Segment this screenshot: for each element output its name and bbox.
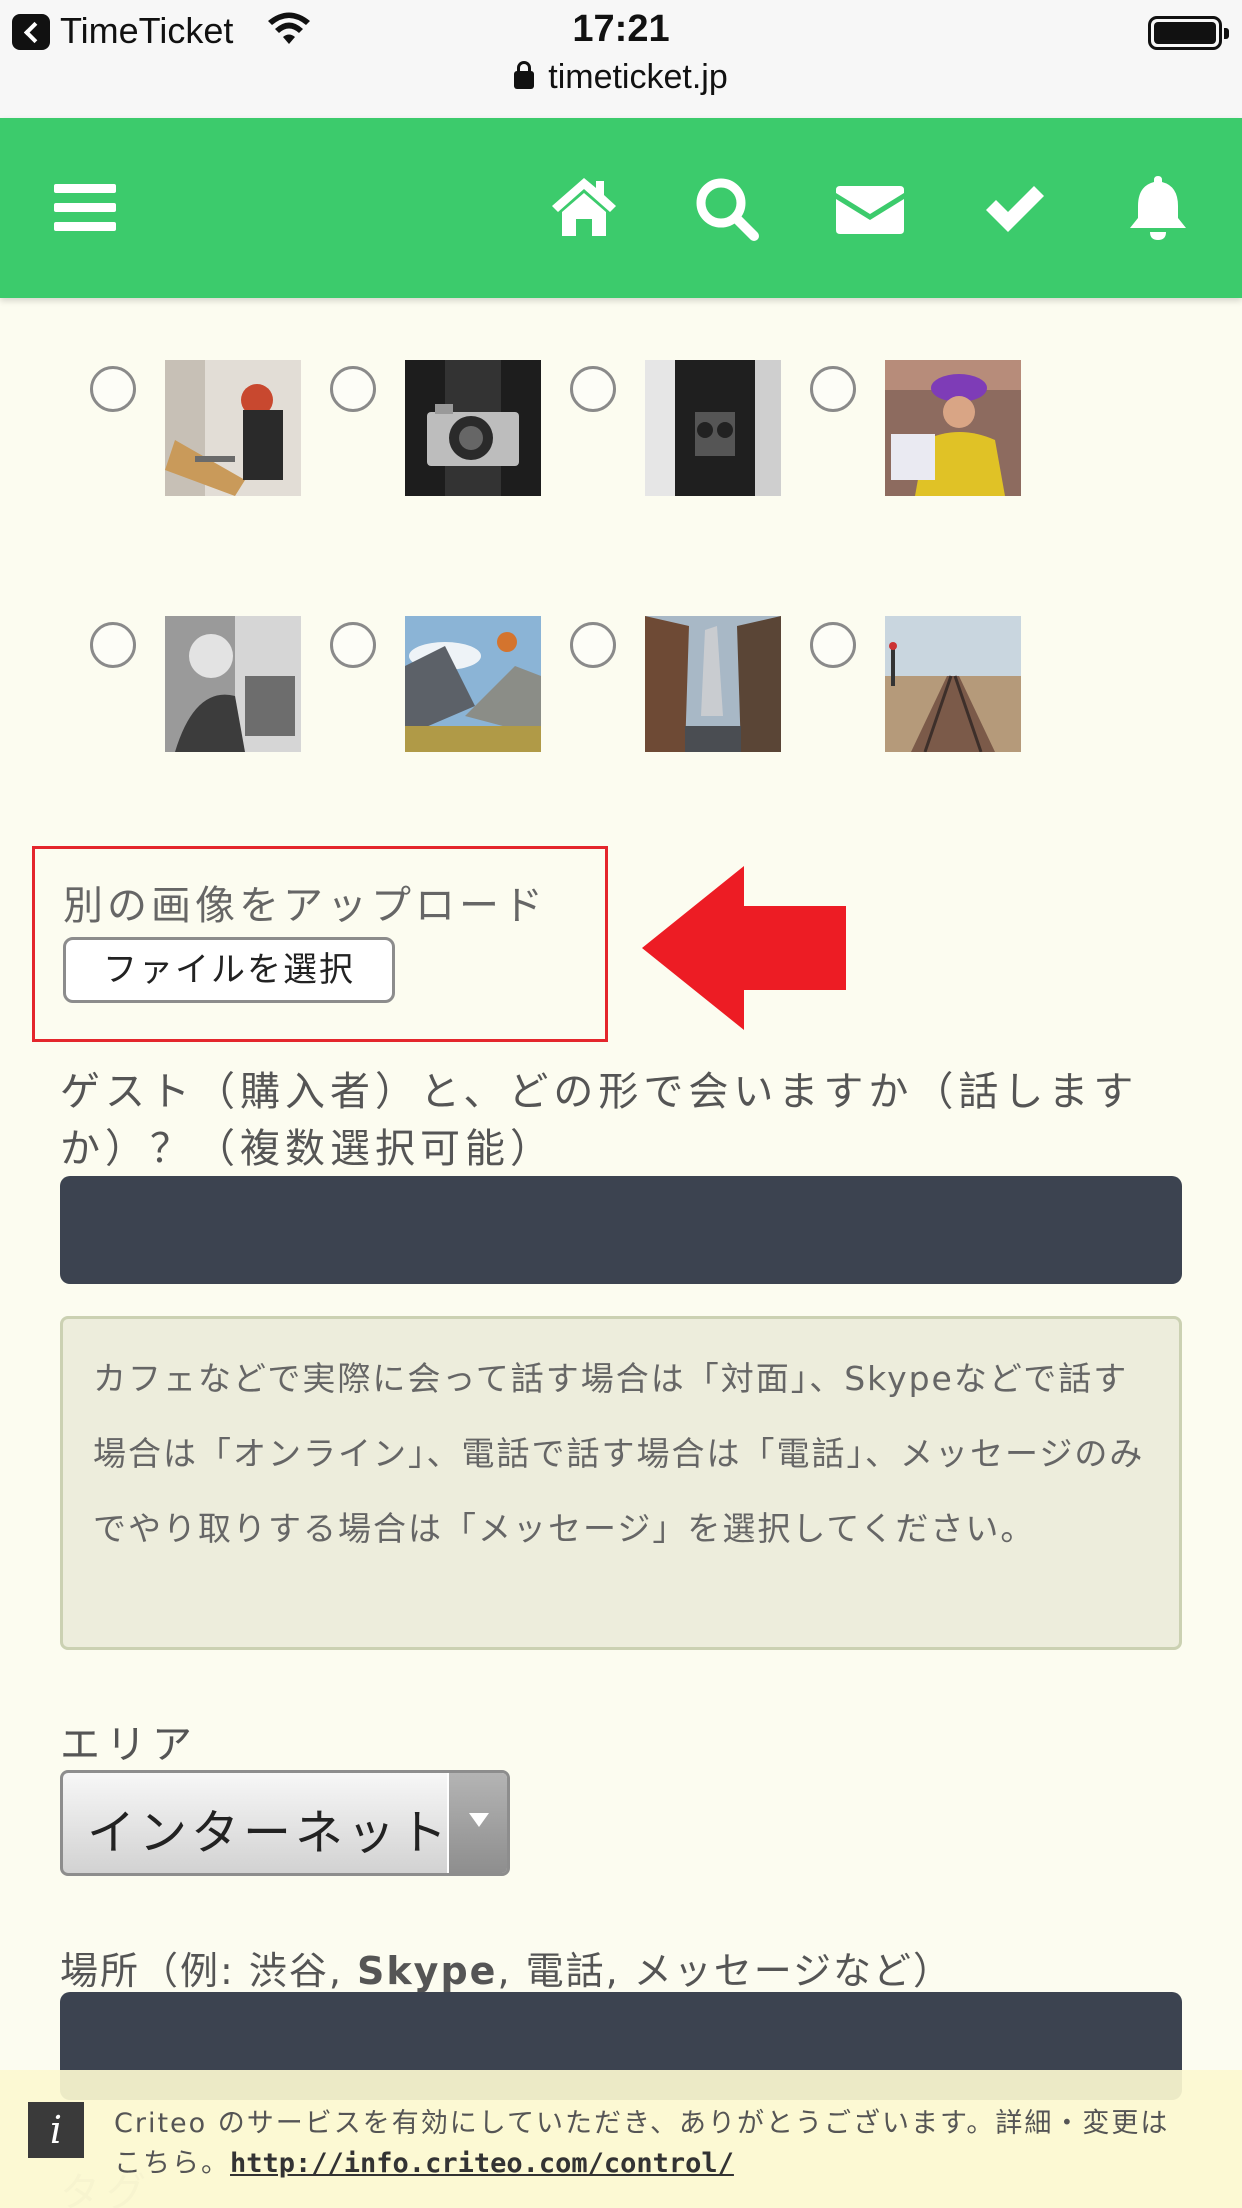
upload-section: 別の画像をアップロード ファイルを選択 <box>32 846 608 1042</box>
area-select[interactable]: インターネット <box>60 1770 510 1876</box>
mail-icon[interactable] <box>834 172 906 244</box>
red-arrow-icon <box>642 866 846 1030</box>
image-radio-2[interactable] <box>330 366 376 412</box>
status-bar: TimeTicket 17:21 timeticket.jp <box>0 0 1242 118</box>
image-thumbnail-4[interactable] <box>885 360 1021 496</box>
criteo-text: Criteo のサービスを有効にしていただき、ありがとうございます。詳細・変更は… <box>114 2104 1174 2184</box>
area-label: エリア <box>60 1722 198 1768</box>
meeting-format-field[interactable] <box>60 1176 1182 1284</box>
image-thumbnail-8[interactable] <box>885 616 1021 752</box>
place-label-skype: Skype <box>357 1949 498 1993</box>
image-radio-3[interactable] <box>570 366 616 412</box>
check-icon[interactable] <box>978 172 1050 244</box>
lock-icon <box>514 61 535 89</box>
image-thumbnail-2[interactable] <box>405 360 541 496</box>
meeting-format-note: カフェなどで実際に会って話す場合は「対面」、Skypeなどで話す場合は「オンライ… <box>60 1316 1182 1650</box>
info-icon[interactable]: i <box>28 2102 84 2158</box>
image-radio-4[interactable] <box>810 366 856 412</box>
clock: 17:21 <box>572 8 670 50</box>
image-radio-1[interactable] <box>90 366 136 412</box>
nav-bar <box>0 118 1242 298</box>
image-thumbnail-7[interactable] <box>645 616 781 752</box>
place-label-prefix: 場所（例: 渋谷, <box>60 1949 358 1993</box>
place-label: 場所（例: 渋谷, Skype, 電話, メッセージなど） <box>60 1940 953 1995</box>
image-thumbnail-3[interactable] <box>645 360 781 496</box>
upload-label: 別の画像をアップロード <box>63 883 547 929</box>
image-thumbnail-1[interactable] <box>165 360 301 496</box>
image-thumbnail-5[interactable] <box>165 616 301 752</box>
criteo-banner: i Criteo のサービスを有効にしていただき、ありがとうございます。詳細・変… <box>0 2070 1242 2208</box>
image-radio-8[interactable] <box>810 622 856 668</box>
meeting-format-question: ゲスト（購入者）と、どの形で会いますか（話しますか）？（複数選択可能） <box>60 1069 1139 1172</box>
url-text: timeticket.jp <box>548 58 728 96</box>
menu-icon[interactable] <box>50 172 122 244</box>
image-thumbnail-6[interactable] <box>405 616 541 752</box>
chevron-down-icon <box>447 1773 507 1873</box>
home-icon[interactable] <box>548 172 620 244</box>
bell-icon[interactable] <box>1122 172 1194 244</box>
place-label-phone: , 電話 <box>497 1949 606 1993</box>
search-icon[interactable] <box>690 172 762 244</box>
image-radio-6[interactable] <box>330 622 376 668</box>
place-label-rest: , メッセージなど） <box>605 1949 954 1993</box>
url-bar[interactable]: timeticket.jp <box>0 58 1242 97</box>
area-select-value: インターネット <box>87 1805 452 1861</box>
battery-icon <box>1148 16 1229 50</box>
image-radio-7[interactable] <box>570 622 616 668</box>
criteo-link[interactable]: http://info.criteo.com/control/ <box>230 2148 734 2179</box>
image-radio-5[interactable] <box>90 622 136 668</box>
choose-file-button[interactable]: ファイルを選択 <box>63 937 395 1003</box>
